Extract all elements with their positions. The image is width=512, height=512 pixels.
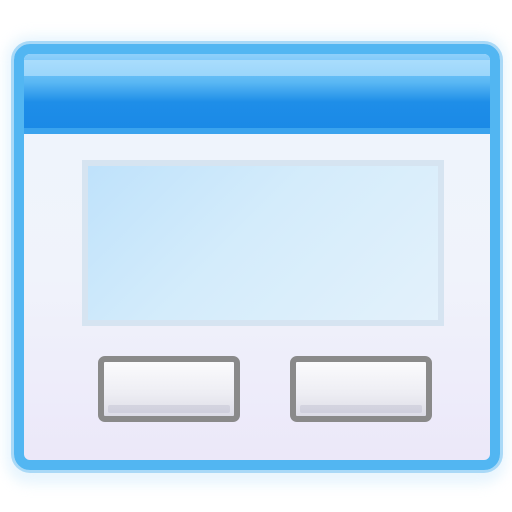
left-dialog-button[interactable] <box>98 356 240 422</box>
title-bar <box>24 54 490 134</box>
dialog-window-icon <box>0 0 512 512</box>
content-panel <box>82 160 444 326</box>
dialog-window <box>14 44 500 470</box>
right-dialog-button[interactable] <box>290 356 432 422</box>
